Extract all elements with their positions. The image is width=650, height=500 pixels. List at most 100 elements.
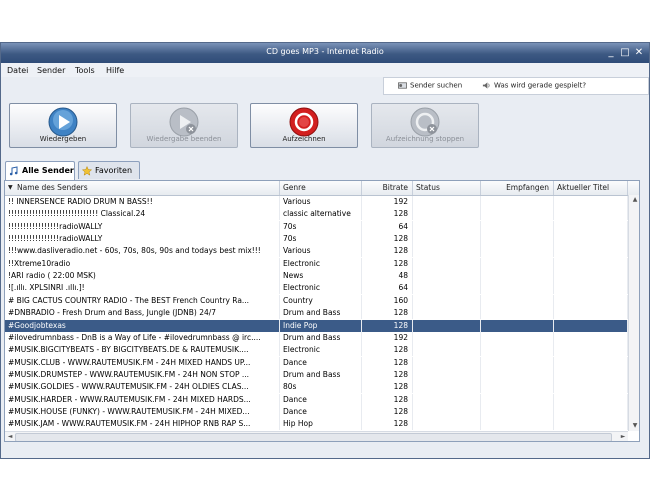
menu-tools[interactable]: Tools <box>75 66 95 75</box>
cell-current-title <box>554 282 628 295</box>
cell-genre: Drum and Bass <box>280 307 362 320</box>
scroll-up-icon[interactable]: ▲ <box>629 195 639 205</box>
table-row[interactable]: #MUSIK.CLUB - WWW.RAUTEMUSIK.FM - 24H MI… <box>5 356 639 369</box>
cell-received <box>481 331 554 344</box>
cell-name: #MUSIK.JAM - WWW.RAUTEMUSIK.FM - 24H HIP… <box>5 418 280 431</box>
tab-favorites[interactable]: Favoriten <box>78 161 140 179</box>
record-button[interactable]: Aufzeichnen <box>250 103 358 148</box>
app-window: CD goes MP3 - Internet Radio _ □ ✕ Datei… <box>0 42 650 459</box>
cell-name: #MUSIK.HARDER - WWW.RAUTEMUSIK.FM - 24H … <box>5 393 280 406</box>
cell-bitrate: 128 <box>362 381 413 394</box>
secondary-toolbar: Sender suchen Was wird gerade gespielt? <box>383 77 649 95</box>
cell-status <box>413 368 481 381</box>
stop-playback-button[interactable]: Wiedergabe beenden <box>130 103 238 148</box>
table-row[interactable]: !!Xtreme10radio Electronic 128 <box>5 257 639 270</box>
cell-status <box>413 319 481 332</box>
stop-recording-label: Aufzeichnung stoppen <box>385 135 465 143</box>
cell-received <box>481 319 554 332</box>
table-row[interactable]: # BIG CACTUS COUNTRY RADIO - The BEST Fr… <box>5 294 639 307</box>
cell-status <box>413 393 481 406</box>
table-row[interactable]: #MUSIK.BIGCITYBEATS - BY BIGCITYBEATS.DE… <box>5 344 639 357</box>
cell-bitrate: 192 <box>362 331 413 344</box>
window-title: CD goes MP3 - Internet Radio <box>266 47 384 56</box>
cell-genre: Electronic <box>280 344 362 357</box>
table-row[interactable]: #MUSIK.JAM - WWW.RAUTEMUSIK.FM - 24H HIP… <box>5 418 639 431</box>
play-button[interactable]: Wiedergeben <box>9 103 117 148</box>
table-row[interactable]: #MUSIK.HOUSE (FUNKY) - WWW.RAUTEMUSIK.FM… <box>5 405 639 418</box>
cell-genre: 70s <box>280 220 362 233</box>
cell-received <box>481 344 554 357</box>
column-header-name[interactable]: ▼ Name des Senders <box>5 181 280 195</box>
stop-recording-button[interactable]: Aufzeichnung stoppen <box>371 103 479 148</box>
tab-strip: Alle Sender Favoriten <box>1 161 649 181</box>
now-playing-button[interactable]: Was wird gerade gespielt? <box>482 81 586 90</box>
table-row[interactable]: !! INNERSENCE RADIO DRUM N BASS!! Various… <box>5 196 639 208</box>
music-note-icon <box>9 166 18 176</box>
cell-current-title <box>554 294 628 307</box>
maximize-button[interactable]: □ <box>619 46 631 59</box>
find-stations-button[interactable]: Sender suchen <box>398 81 462 90</box>
column-header-received[interactable]: Empfangen <box>481 181 554 195</box>
record-icon <box>289 107 319 137</box>
minimize-button[interactable]: _ <box>605 46 617 59</box>
close-button[interactable]: ✕ <box>633 46 645 59</box>
table-row[interactable]: !!!!!!!!!!!!!!!!!!!!!!!!!!!!!! Classical… <box>5 208 639 221</box>
stations-table: ▼ Name des Senders Genre Bitrate Status … <box>4 180 640 442</box>
cell-genre: 80s <box>280 381 362 394</box>
column-header-genre[interactable]: Genre <box>280 181 362 195</box>
title-bar: CD goes MP3 - Internet Radio _ □ ✕ <box>1 43 649 63</box>
table-row[interactable]: #DNBRADIO - Fresh Drum and Bass, Jungle … <box>5 307 639 320</box>
cell-received <box>481 233 554 246</box>
table-row[interactable]: !!!!!!!!!!!!!!!!!radioWALLY 70s 64 <box>5 220 639 233</box>
cell-genre: News <box>280 270 362 283</box>
column-header-current-title[interactable]: Aktueller Titel <box>554 181 628 195</box>
speaker-icon <box>482 82 490 89</box>
table-row[interactable]: ![.ıllı. XPLSINRI .ıllı.]! Electronic 64 <box>5 282 639 295</box>
cell-name: !!!!!!!!!!!!!!!!!radioWALLY <box>5 220 280 233</box>
horizontal-scroll-thumb[interactable] <box>15 433 612 441</box>
tab-favorites-label: Favoriten <box>95 166 133 175</box>
table-row[interactable]: #ilovedrumnbass - DnB is a Way of Life -… <box>5 331 639 344</box>
cell-name: !! INNERSENCE RADIO DRUM N BASS!! <box>5 196 280 208</box>
cell-received <box>481 294 554 307</box>
menu-sender[interactable]: Sender <box>37 66 65 75</box>
find-stations-label: Sender suchen <box>410 81 463 90</box>
scroll-right-icon[interactable]: ► <box>618 432 628 441</box>
cell-current-title <box>554 270 628 283</box>
table-row-selected[interactable]: #Goodjobtexas Indie Pop 128 <box>5 319 639 332</box>
tab-all-stations[interactable]: Alle Sender <box>5 161 75 181</box>
cell-status <box>413 294 481 307</box>
menu-hilfe[interactable]: Hilfe <box>106 66 124 75</box>
scroll-down-icon[interactable]: ▼ <box>629 421 639 431</box>
scroll-left-icon[interactable]: ◄ <box>5 432 15 441</box>
table-row[interactable]: !!!www.dasliveradio.net - 60s, 70s, 80s,… <box>5 245 639 258</box>
cell-current-title <box>554 418 628 431</box>
table-row[interactable]: #MUSIK.DRUMSTEP - WWW.RAUTEMUSIK.FM - 24… <box>5 368 639 381</box>
cell-name: !!!www.dasliveradio.net - 60s, 70s, 80s,… <box>5 245 280 258</box>
cell-current-title <box>554 245 628 258</box>
cell-current-title <box>554 331 628 344</box>
cell-bitrate: 128 <box>362 245 413 258</box>
cell-bitrate: 128 <box>362 257 413 270</box>
cell-received <box>481 405 554 418</box>
cell-current-title <box>554 196 628 208</box>
table-row[interactable]: !ARI radio ( 22:00 MSK) News 48 <box>5 270 639 283</box>
menu-datei[interactable]: Datei <box>7 66 28 75</box>
cell-genre: Dance <box>280 393 362 406</box>
table-row[interactable]: #MUSIK.HARDER - WWW.RAUTEMUSIK.FM - 24H … <box>5 393 639 406</box>
cell-status <box>413 233 481 246</box>
column-header-bitrate[interactable]: Bitrate <box>362 181 413 195</box>
cell-name: #MUSIK.DRUMSTEP - WWW.RAUTEMUSIK.FM - 24… <box>5 368 280 381</box>
column-header-status[interactable]: Status <box>413 181 481 195</box>
cell-current-title <box>554 220 628 233</box>
table-row[interactable]: !!!!!!!!!!!!!!!!!radioWALLY 70s 128 <box>5 233 639 246</box>
horizontal-scrollbar[interactable]: ◄ ► <box>5 431 628 441</box>
cell-genre: Country <box>280 294 362 307</box>
cell-current-title <box>554 393 628 406</box>
cell-bitrate: 128 <box>362 405 413 418</box>
cell-bitrate: 128 <box>362 393 413 406</box>
table-row[interactable]: #MUSIK.GOLDIES - WWW.RAUTEMUSIK.FM - 24H… <box>5 381 639 394</box>
vertical-scrollbar[interactable]: ▲ ▼ <box>628 195 639 431</box>
cell-received <box>481 208 554 221</box>
cell-received <box>481 418 554 431</box>
